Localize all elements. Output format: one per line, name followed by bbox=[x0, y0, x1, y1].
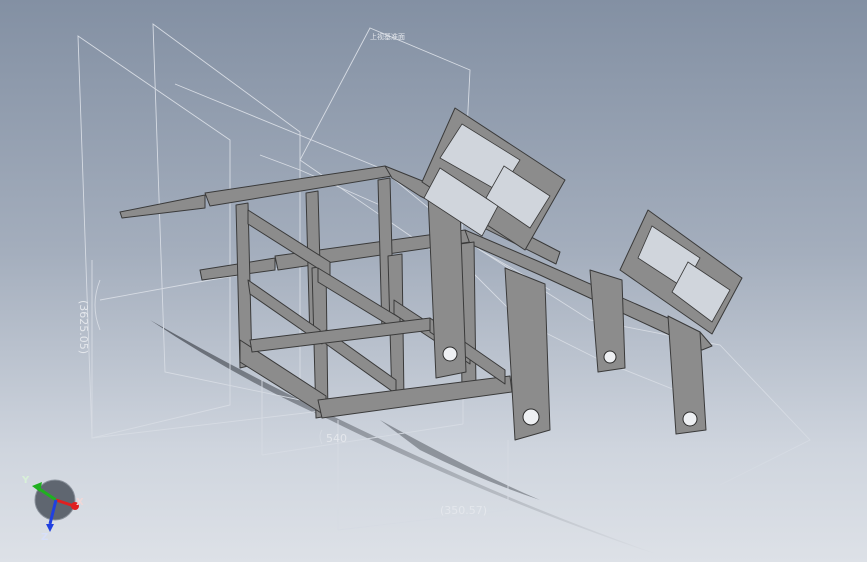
width-dimension[interactable]: 540 bbox=[326, 432, 347, 445]
top-rail-rear bbox=[204, 165, 393, 207]
front-plane bbox=[77, 35, 231, 439]
plane-label: 上视基准面 bbox=[370, 32, 405, 41]
hole-front-plate bbox=[522, 408, 540, 426]
steel-frame[interactable] bbox=[119, 107, 743, 441]
bottom-rail-front bbox=[317, 375, 513, 419]
reference-triad[interactable]: Y X Z bbox=[21, 475, 84, 543]
model-shadow bbox=[150, 320, 660, 555]
tine-upper bbox=[119, 194, 206, 219]
hole-rear-plate bbox=[442, 346, 458, 362]
triad-x-label: X bbox=[76, 497, 84, 508]
triad-z-label: Z bbox=[41, 532, 48, 543]
triad-y-label: Y bbox=[21, 475, 30, 486]
height-dimension[interactable]: (3625.05) bbox=[77, 300, 90, 354]
hole-right-plate-1 bbox=[603, 350, 617, 364]
depth-dimension[interactable]: (350.57) bbox=[440, 504, 487, 517]
model-scene[interactable]: 上视基准面 (3625.05) 540 (350.57) Y X Z bbox=[0, 0, 867, 562]
3d-graphics-viewport[interactable]: 上视基准面 (3625.05) 540 (350.57) Y X Z bbox=[0, 0, 867, 562]
hole-right-plate-2 bbox=[682, 411, 698, 427]
